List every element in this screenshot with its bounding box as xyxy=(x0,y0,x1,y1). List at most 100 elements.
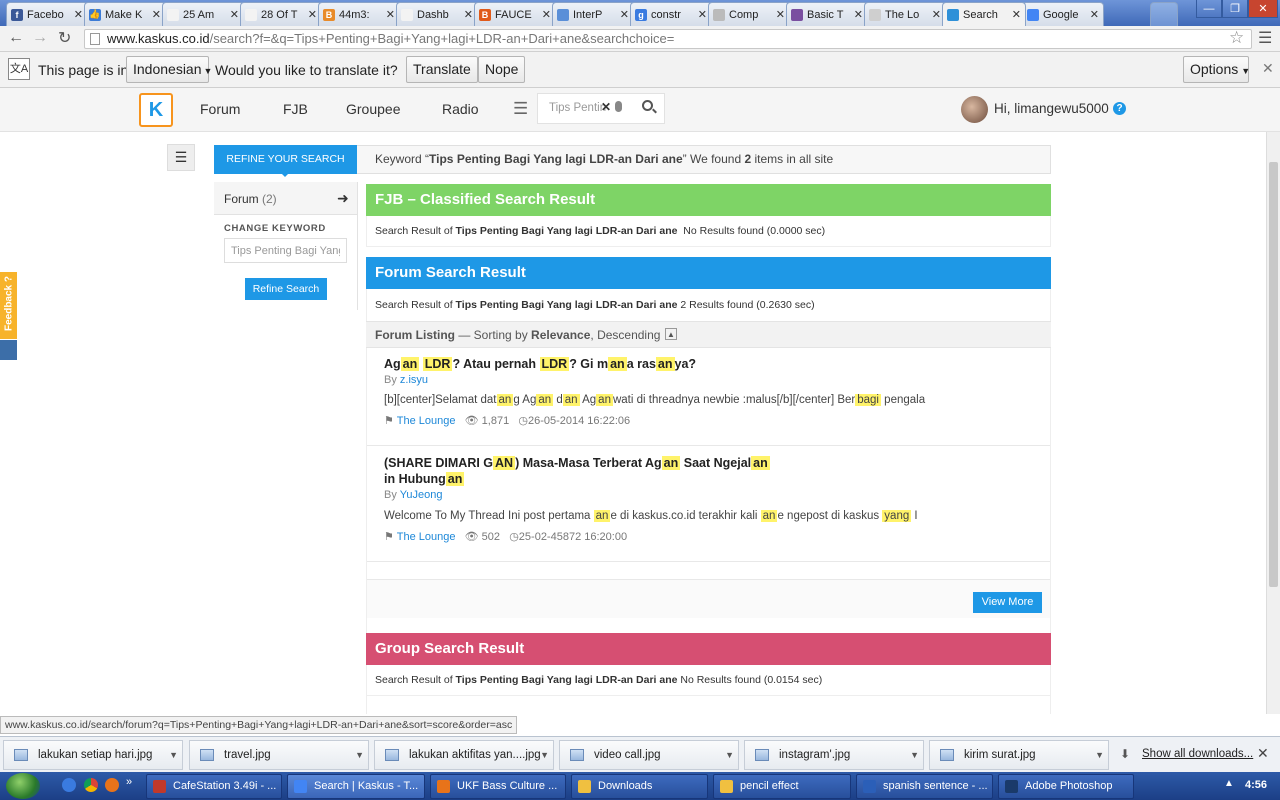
post-author-link[interactable]: z.isyu xyxy=(400,374,428,386)
translate-button[interactable]: Translate xyxy=(406,56,478,83)
back-icon[interactable]: ← xyxy=(8,29,24,47)
forward-icon[interactable]: → xyxy=(32,29,48,47)
download-item[interactable]: instagram'.jpg ▼ xyxy=(744,740,924,770)
browser-tab[interactable]: f Facebo ✕ xyxy=(6,2,88,26)
nav-fjb[interactable]: FJB xyxy=(283,101,308,117)
clock[interactable]: 4:56 xyxy=(1245,779,1267,791)
taskbar-item[interactable]: CafeStation 3.49i - ... xyxy=(146,774,282,799)
browser-tab[interactable]: Basic T ✕ xyxy=(786,2,868,26)
chevron-down-icon[interactable]: ▼ xyxy=(355,741,364,769)
nope-button[interactable]: Nope xyxy=(478,56,526,83)
close-tab-icon[interactable]: ✕ xyxy=(230,8,239,21)
help-icon[interactable]: ? xyxy=(1113,102,1126,115)
close-tab-icon[interactable]: ✕ xyxy=(386,8,395,21)
feedback-icon[interactable] xyxy=(0,340,17,360)
taskbar-item[interactable]: UKF Bass Culture ... xyxy=(430,774,566,799)
post-title[interactable]: Ag an LDR? Atau pernah LDR? Gi m an a ras an… xyxy=(384,357,696,371)
taskbar-item[interactable]: Search | Kaskus - T... xyxy=(287,774,425,799)
sidebar-item-forum[interactable]: Forum (2) ➜ xyxy=(214,182,357,215)
close-tab-icon[interactable]: ✕ xyxy=(854,8,863,21)
post-category-link[interactable]: The Lounge xyxy=(397,415,456,427)
download-item[interactable]: video call.jpg ▼ xyxy=(559,740,739,770)
close-tab-icon[interactable]: ✕ xyxy=(776,8,785,21)
browser-tab[interactable]: Google ✕ xyxy=(1022,2,1104,26)
close-tab-icon[interactable]: ✕ xyxy=(932,8,941,21)
sort-toggle-icon[interactable]: ▲ xyxy=(665,328,677,340)
close-tab-icon[interactable]: ✕ xyxy=(1012,8,1021,21)
reload-icon[interactable]: ↻ xyxy=(58,28,71,48)
chevron-down-icon[interactable]: ▼ xyxy=(169,741,178,769)
browser-tab[interactable]: 25 Am ✕ xyxy=(162,2,244,26)
browser-tab[interactable]: 👍 Make K ✕ xyxy=(84,2,166,26)
nav-forum[interactable]: Forum xyxy=(200,101,240,117)
close-window-button[interactable]: ✕ xyxy=(1248,0,1278,18)
post-category-link[interactable]: The Lounge xyxy=(397,531,456,543)
browser-tab[interactable]: B 44m3: ✕ xyxy=(318,2,400,26)
keyword-input[interactable] xyxy=(224,238,347,263)
restore-button[interactable]: ❐ xyxy=(1222,0,1248,18)
ie-icon[interactable] xyxy=(62,778,76,792)
post-title-line2[interactable]: in Hubung an xyxy=(384,472,465,486)
start-button[interactable] xyxy=(6,773,40,799)
browser-tab[interactable]: 28 Of T ✕ xyxy=(240,2,322,26)
minimize-button[interactable]: — xyxy=(1196,0,1222,18)
browser-tab[interactable]: Search ✕ xyxy=(942,2,1026,26)
refine-search-tab[interactable]: REFINE YOUR SEARCH xyxy=(214,145,357,174)
menu-icon[interactable]: ☰ xyxy=(1258,28,1272,48)
nav-groupee[interactable]: Groupee xyxy=(346,101,400,117)
close-tab-icon[interactable]: ✕ xyxy=(1090,8,1099,21)
microphone-icon[interactable] xyxy=(615,101,622,112)
scrollbar-thumb[interactable] xyxy=(1269,162,1278,587)
chevron-down-icon[interactable]: ▼ xyxy=(1095,741,1104,769)
chevron-down-icon[interactable]: ▼ xyxy=(725,741,734,769)
kaskus-logo[interactable]: K xyxy=(139,93,173,127)
taskbar-item[interactable]: pencil effect xyxy=(713,774,851,799)
avatar[interactable] xyxy=(961,96,988,123)
new-tab-button[interactable] xyxy=(1150,2,1178,26)
close-tab-icon[interactable]: ✕ xyxy=(620,8,629,21)
browser-tab[interactable]: The Lo ✕ xyxy=(864,2,946,26)
feedback-tab[interactable]: Feedback ? xyxy=(0,272,17,339)
show-all-downloads-link[interactable]: Show all downloads... xyxy=(1142,748,1253,760)
arrow-right-icon[interactable]: ➜ xyxy=(337,190,349,207)
sidebar-toggle-icon[interactable]: ☰ xyxy=(167,144,195,171)
chevron-down-icon[interactable]: ▼ xyxy=(540,741,549,769)
browser-tab[interactable]: g constr ✕ xyxy=(630,2,712,26)
close-tab-icon[interactable]: ✕ xyxy=(698,8,707,21)
hamburger-icon[interactable]: ☰ xyxy=(513,99,528,119)
post-author-link[interactable]: YuJeong xyxy=(400,489,443,501)
refine-search-button[interactable]: Refine Search xyxy=(245,278,327,300)
close-tab-icon[interactable]: ✕ xyxy=(542,8,551,21)
view-more-button[interactable]: View More xyxy=(973,592,1042,613)
bookmark-star-icon[interactable]: ☆ xyxy=(1229,28,1244,48)
close-tab-icon[interactable]: ✕ xyxy=(308,8,317,21)
close-tab-icon[interactable]: ✕ xyxy=(464,8,473,21)
chevron-down-icon[interactable]: ▼ xyxy=(910,741,919,769)
chrome-icon[interactable] xyxy=(84,778,98,792)
site-search-input[interactable]: Tips Pentin xyxy=(549,102,606,114)
quicklaunch-more-icon[interactable]: » xyxy=(126,776,132,788)
download-item[interactable]: kirim surat.jpg ▼ xyxy=(929,740,1109,770)
site-search-box[interactable]: Tips Pentin ✕ xyxy=(537,93,665,124)
browser-tab[interactable]: B FAUCE ✕ xyxy=(474,2,556,26)
taskbar-item[interactable]: spanish sentence - ... xyxy=(856,774,993,799)
browser-tab[interactable]: Dashb ✕ xyxy=(396,2,478,26)
close-tab-icon[interactable]: ✕ xyxy=(152,8,161,21)
taskbar-item[interactable]: Downloads xyxy=(571,774,708,799)
options-button[interactable]: Options ▼ xyxy=(1183,56,1250,83)
taskbar-item[interactable]: Adobe Photoshop xyxy=(998,774,1134,799)
firefox-icon[interactable] xyxy=(105,778,119,792)
clear-search-icon[interactable]: ✕ xyxy=(601,100,611,114)
browser-tab[interactable]: InterP ✕ xyxy=(552,2,634,26)
download-item[interactable]: lakukan aktifitas yan....jpg ▼ xyxy=(374,740,554,770)
page-scrollbar[interactable] xyxy=(1266,132,1280,714)
user-greeting[interactable]: Hi, limangewu5000 xyxy=(994,101,1109,116)
download-item[interactable]: lakukan setiap hari.jpg ▼ xyxy=(3,740,183,770)
post-title-line1[interactable]: (SHARE DIMARI G AN) Masa-Masa Terberat Ag… xyxy=(384,456,770,470)
language-select[interactable]: Indonesian ▼ xyxy=(126,56,212,83)
download-item[interactable]: travel.jpg ▼ xyxy=(189,740,369,770)
browser-tab[interactable]: Comp ✕ xyxy=(708,2,790,26)
nav-radio[interactable]: Radio xyxy=(442,101,479,117)
close-translate-icon[interactable]: ✕ xyxy=(1262,60,1274,77)
tray-icon[interactable]: ▲ xyxy=(1224,778,1234,789)
